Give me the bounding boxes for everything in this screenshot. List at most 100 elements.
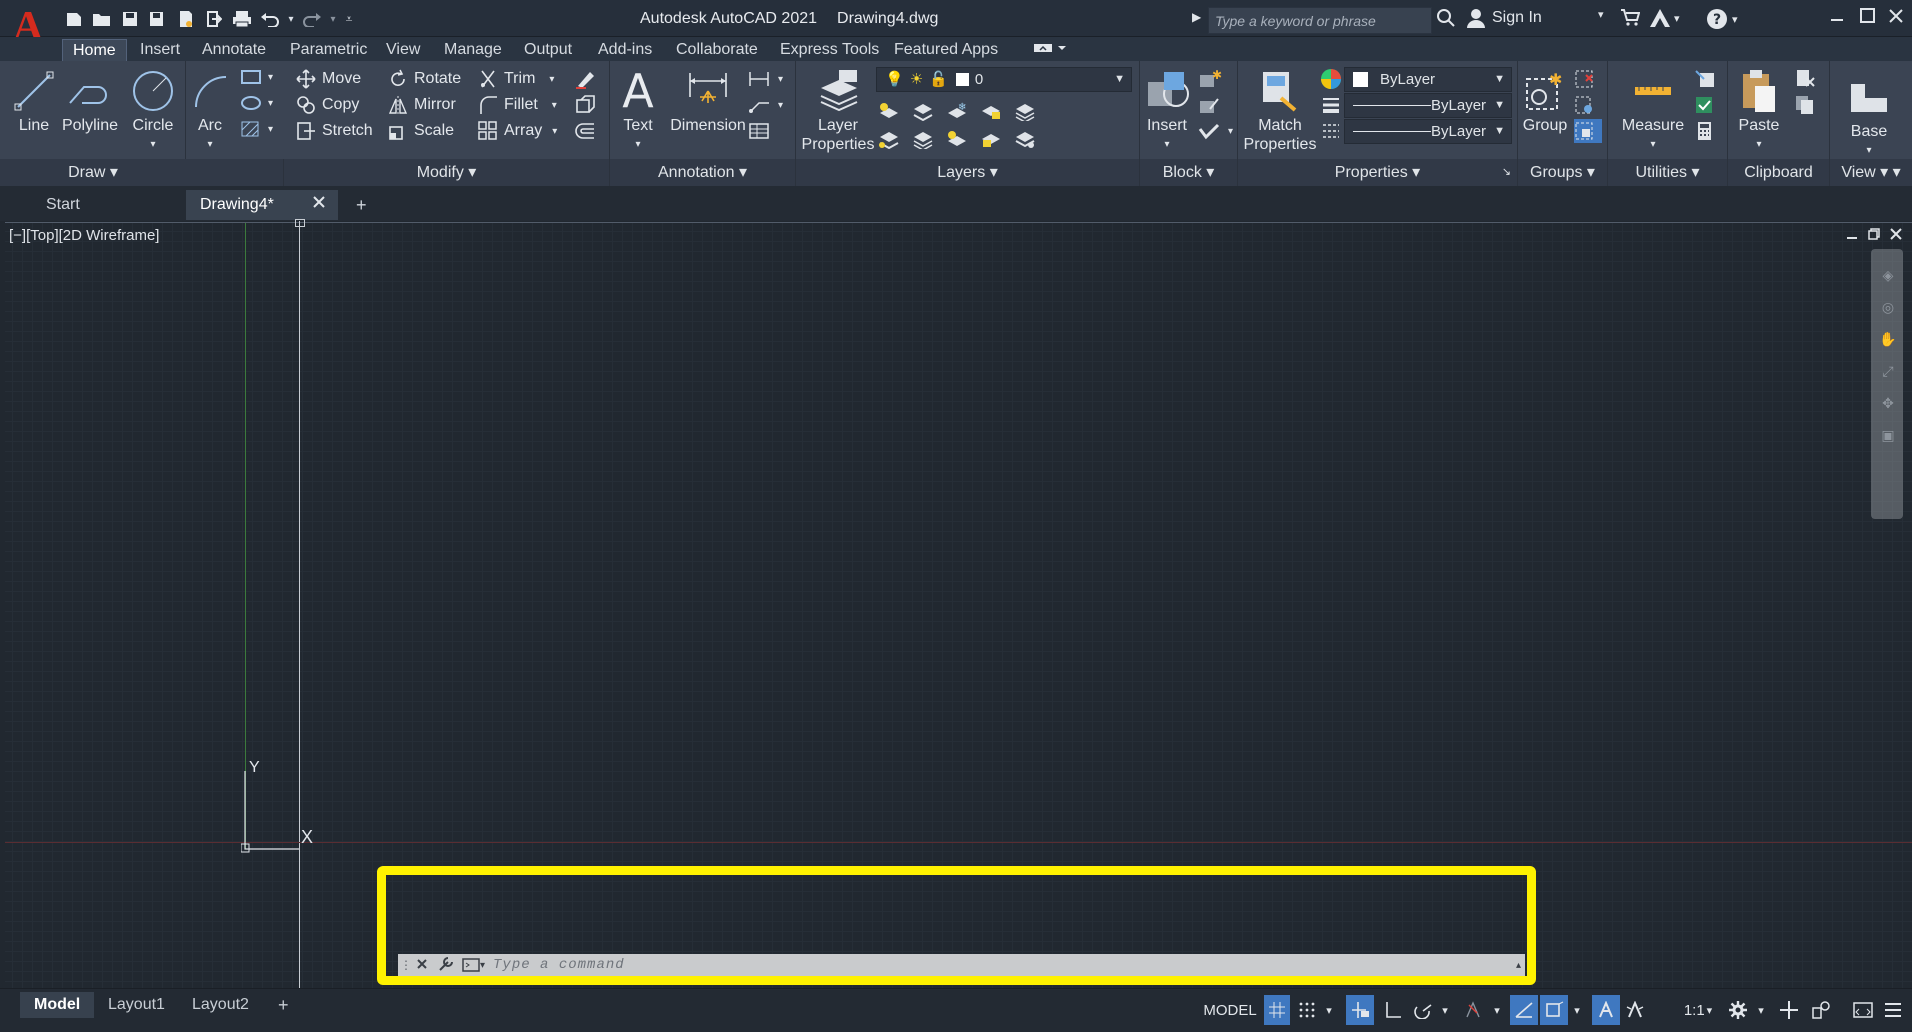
tab-express-tools[interactable]: Express Tools [770, 39, 889, 61]
new-file-icon[interactable] [62, 7, 86, 31]
viewport-controls-label[interactable]: [−][Top][2D Wireframe] [9, 227, 159, 244]
table-button[interactable] [748, 119, 778, 143]
sign-in-dropdown-icon[interactable]: ▾ [1598, 8, 1604, 21]
start-tab[interactable]: Start [0, 190, 186, 220]
ungroup-button[interactable] [1574, 67, 1602, 91]
offset-button[interactable] [574, 119, 602, 143]
array-button[interactable]: Array ▾ [478, 119, 557, 143]
groups-panel-title[interactable]: Groups ▾ [1518, 159, 1607, 186]
tab-output[interactable]: Output [514, 39, 582, 61]
close-window-button[interactable] [1888, 8, 1904, 24]
mirror-button[interactable]: Mirror [388, 93, 456, 117]
tab-annotate[interactable]: Annotate [192, 39, 276, 61]
layer-properties-button[interactable]: Layer Properties [800, 66, 876, 154]
customization-menu-icon[interactable] [1880, 995, 1906, 1025]
properties-dialog-launcher-icon[interactable]: ↘ [1502, 159, 1511, 186]
linetype-dropdown[interactable]: ByLayer ▼ [1344, 119, 1512, 144]
leader-button[interactable]: ▾ [748, 93, 783, 117]
tab-parametric[interactable]: Parametric [280, 39, 377, 61]
save-icon[interactable] [118, 7, 142, 31]
search-expand-icon[interactable]: ▶ [1192, 10, 1201, 24]
draw-panel-title[interactable]: Draw ▾ [0, 159, 186, 186]
object-snap-dropdown-icon[interactable]: ▾ [1570, 995, 1584, 1025]
auto-scale-icon[interactable] [1622, 995, 1648, 1025]
undo-icon[interactable] [258, 7, 282, 31]
arc-button[interactable]: Arc ▾ [188, 66, 232, 154]
circle-button[interactable]: Circle ▾ [128, 66, 178, 154]
dimension-button[interactable]: Dimension [666, 66, 750, 135]
rotate-button[interactable]: Rotate [388, 67, 461, 91]
pan-icon[interactable]: ✋ [1877, 323, 1899, 355]
minimize-window-button[interactable] [1830, 8, 1844, 22]
layer-off-icon[interactable] [878, 101, 900, 121]
drawing-tab[interactable]: Drawing4* [186, 190, 338, 220]
copy-clip-button[interactable] [1794, 93, 1822, 117]
layer-thaw-icon[interactable] [946, 129, 968, 149]
create-block-button[interactable]: ✱ [1198, 67, 1228, 91]
layer-isolate-icon[interactable] [912, 101, 934, 121]
tab-insert[interactable]: Insert [130, 39, 190, 61]
autodesk-a360-icon[interactable]: ▾ [1648, 8, 1680, 28]
layout-tab-layout1[interactable]: Layout1 [94, 992, 179, 1018]
layer-walk-icon[interactable] [1014, 129, 1036, 149]
tab-view[interactable]: View [376, 39, 430, 61]
color-dropdown[interactable]: ByLayer ▼ [1344, 67, 1512, 92]
calculator-button[interactable] [1694, 119, 1722, 143]
save-as-icon[interactable] [146, 7, 170, 31]
showmotion-icon[interactable]: ▣ [1877, 419, 1899, 451]
layers-panel-title[interactable]: Layers ▾ [796, 159, 1139, 186]
group-edit-button[interactable] [1574, 93, 1602, 117]
base-view-button[interactable]: Base ▾ [1836, 66, 1902, 160]
viewport-restore-icon[interactable] [1868, 227, 1880, 243]
command-input[interactable] [493, 956, 1516, 974]
cart-icon[interactable] [1620, 8, 1640, 26]
move-button[interactable]: Move [296, 67, 361, 91]
scale-button[interactable]: Scale [388, 119, 454, 143]
isometric-dropdown-icon[interactable]: ▾ [1490, 995, 1504, 1025]
open-folder-icon[interactable] [90, 7, 114, 31]
command-line-grip-icon[interactable]: ⋮ [400, 958, 412, 972]
help-search-box[interactable] [1208, 7, 1432, 34]
copy-button[interactable]: Copy [296, 93, 359, 117]
make-current-icon[interactable] [1014, 101, 1036, 121]
group-selection-toggle[interactable] [1574, 119, 1602, 143]
layer-unlock-icon[interactable] [980, 129, 1002, 149]
command-line-customize-icon[interactable] [438, 956, 454, 975]
utilities-panel-title[interactable]: Utilities ▾ [1608, 159, 1727, 186]
isolate-objects-icon[interactable] [1808, 995, 1834, 1025]
dynamic-input-icon[interactable] [1346, 995, 1374, 1025]
command-line-bar[interactable]: ⋮ ▾ ▴ [398, 954, 1525, 976]
viewport-close-icon[interactable] [1890, 227, 1902, 243]
plot-icon[interactable] [230, 7, 254, 31]
close-tab-icon[interactable] [312, 190, 326, 220]
view-panel-title[interactable]: View ▾ ▾ [1830, 159, 1912, 186]
workspace-dropdown-icon[interactable]: ▾ [1754, 995, 1768, 1025]
erase-button[interactable] [574, 67, 602, 91]
layer-previous-icon[interactable] [912, 129, 934, 149]
ortho-mode-icon[interactable] [1380, 995, 1406, 1025]
block-panel-title[interactable]: Block ▾ [1140, 159, 1237, 186]
orbit-icon[interactable]: ✥ [1877, 387, 1899, 419]
text-button[interactable]: A Text ▾ [618, 66, 658, 154]
share-icon[interactable] [202, 7, 226, 31]
ucs-icon[interactable]: Y X [240, 759, 321, 853]
help-icon[interactable]: ? ▾ [1706, 8, 1738, 30]
match-properties-button[interactable]: Match Properties [1242, 66, 1318, 154]
workspace-switching-icon[interactable] [1724, 995, 1752, 1025]
edit-attributes-button[interactable]: ▾ [1198, 119, 1233, 143]
layer-dropdown[interactable]: 💡 ☀ 🔓 0 ▼ [876, 67, 1132, 92]
trim-button[interactable]: Trim ▾ [478, 67, 554, 91]
layout-tab-model[interactable]: Model [20, 992, 95, 1018]
polyline-button[interactable]: Polyline [60, 66, 120, 135]
ellipse-button[interactable]: ▾ [240, 91, 273, 115]
recent-commands-icon[interactable]: ▾ [462, 958, 485, 972]
model-space-button[interactable]: MODEL [1202, 995, 1258, 1025]
grid-toggle-icon[interactable] [1264, 995, 1290, 1025]
layer-freeze-tool-icon[interactable]: ❄ [946, 101, 968, 121]
maximize-window-button[interactable] [1860, 8, 1876, 24]
snap-dropdown-icon[interactable]: ▾ [1322, 995, 1336, 1025]
modify-panel-title[interactable]: Modify ▾ [284, 159, 609, 186]
lineweight-dropdown[interactable]: ByLayer ▼ [1344, 93, 1512, 118]
ribbon-minimize-toggle-icon[interactable] [1022, 39, 1078, 61]
cut-button[interactable] [1794, 67, 1822, 91]
